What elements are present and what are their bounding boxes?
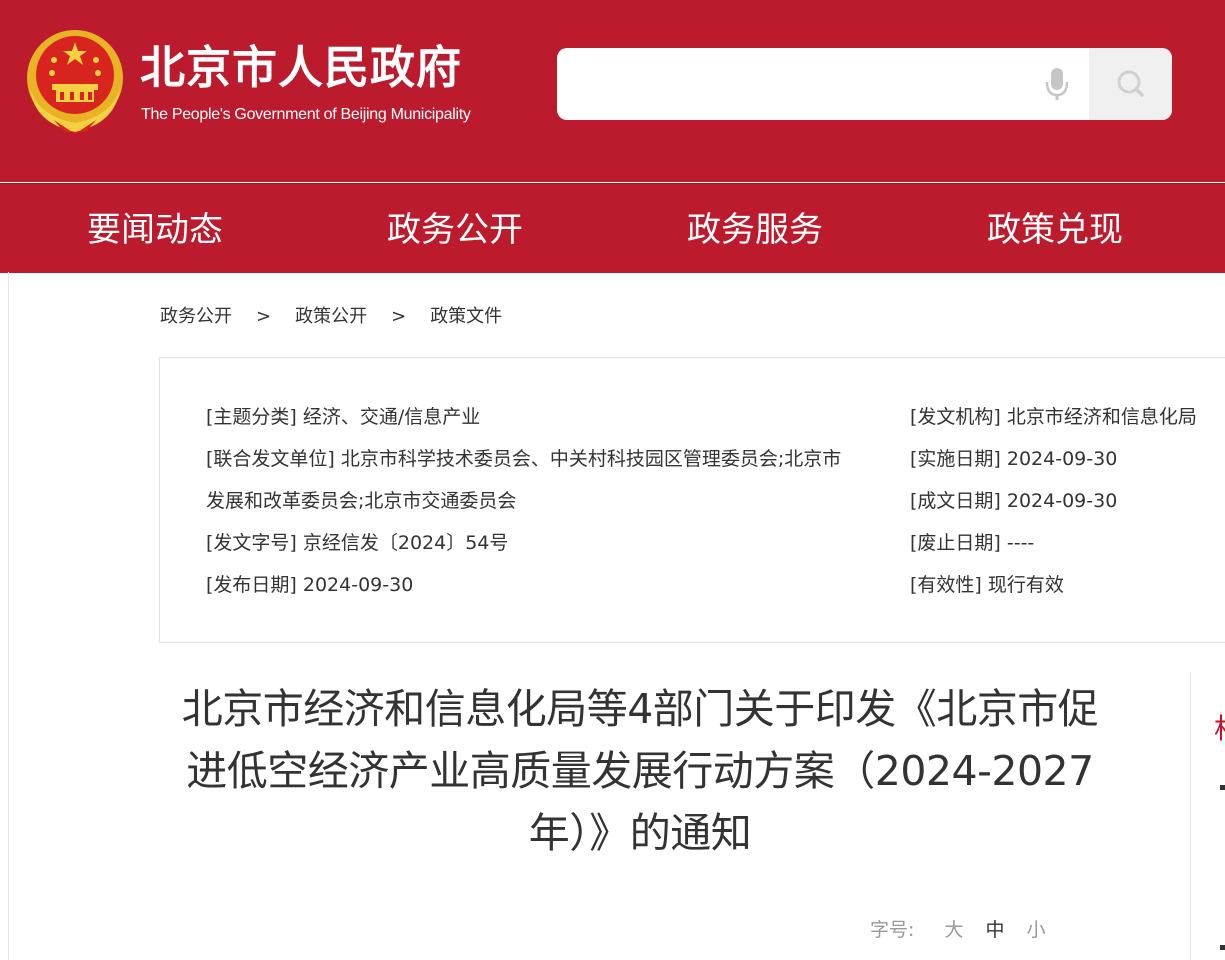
search-box	[557, 48, 1172, 120]
meta-written-date: [成文日期] 2024-09-30	[910, 490, 1118, 512]
font-size-medium-button[interactable]: 中	[986, 919, 1005, 941]
font-size-switcher: 字号: 大 中 小	[870, 915, 1046, 942]
breadcrumb-separator: >	[391, 306, 407, 327]
search-button[interactable]	[1089, 48, 1172, 120]
microphone-icon	[1045, 68, 1069, 100]
site-name[interactable]: 北京市人民政府	[140, 40, 462, 96]
meta-joint-units-line2: 发展和改革委员会;北京市交通委员会	[206, 490, 517, 512]
font-size-large-button[interactable]: 大	[944, 919, 963, 941]
font-size-small-button[interactable]: 小	[1027, 919, 1046, 941]
meta-topic: [主题分类] 经济、交通/信息产业	[206, 406, 481, 428]
search-input[interactable]	[557, 48, 1027, 120]
document-title-line2: 进低空经济产业高质量发展行动方案（2024-2027	[186, 747, 1094, 795]
meta-doc-number: [发文字号] 京经信发〔2024〕54号	[206, 532, 509, 554]
voice-search-button[interactable]	[1037, 66, 1077, 102]
site-name-english: The People's Government of Beijing Munic…	[141, 106, 471, 123]
meta-validity: [有效性] 现行有效	[910, 574, 1064, 596]
sidebar-divider	[1190, 672, 1191, 960]
breadcrumb-item-government-affairs[interactable]: 政务公开	[160, 306, 232, 327]
sidebar-heading-fragment: 相	[1214, 712, 1225, 762]
sidebar-bullet	[1220, 785, 1225, 790]
document-title: 北京市经济和信息化局等4部门关于印发《北京市促 进低空经济产业高质量发展行动方案…	[160, 678, 1120, 864]
meta-joint-units-line1: [联合发文单位] 北京市科学技术委员会、中关村科技园区管理委员会;北京市	[206, 448, 842, 470]
breadcrumb-item-policy-documents[interactable]: 政策文件	[430, 306, 502, 327]
nav-item-policy-fulfillment[interactable]: 政策兑现	[987, 184, 1123, 273]
main-nav: 要闻动态 政务公开 政务服务 政策兑现	[0, 183, 1225, 273]
meta-issuer: [发文机构] 北京市经济和信息化局	[910, 406, 1197, 428]
meta-publish-date: [发布日期] 2024-09-30	[206, 574, 414, 596]
national-emblem-icon[interactable]	[24, 28, 126, 136]
breadcrumb-separator: >	[256, 306, 272, 327]
meta-effective-date: [实施日期] 2024-09-30	[910, 448, 1118, 470]
search-icon	[1117, 70, 1144, 97]
font-size-label: 字号:	[870, 919, 915, 941]
document-metadata-box: [主题分类] 经济、交通/信息产业 [联合发文单位] 北京市科学技术委员会、中关…	[159, 357, 1225, 643]
nav-item-government-affairs[interactable]: 政务公开	[387, 184, 523, 273]
page-left-border	[8, 272, 9, 960]
breadcrumb: 政务公开 > 政策公开 > 政策文件	[160, 302, 502, 328]
nav-item-government-services[interactable]: 政务服务	[687, 184, 823, 273]
nav-item-news[interactable]: 要闻动态	[87, 184, 223, 273]
site-header: 北京市人民政府 The People's Government of Beiji…	[0, 0, 1225, 182]
document-title-line1: 北京市经济和信息化局等4部门关于印发《北京市促	[181, 685, 1099, 733]
breadcrumb-item-policy-disclosure[interactable]: 政策公开	[295, 306, 367, 327]
meta-abolish-date: [废止日期] ----	[910, 532, 1035, 554]
document-title-line3: 年）》的通知	[528, 809, 752, 857]
sidebar-bullet	[1220, 945, 1225, 950]
